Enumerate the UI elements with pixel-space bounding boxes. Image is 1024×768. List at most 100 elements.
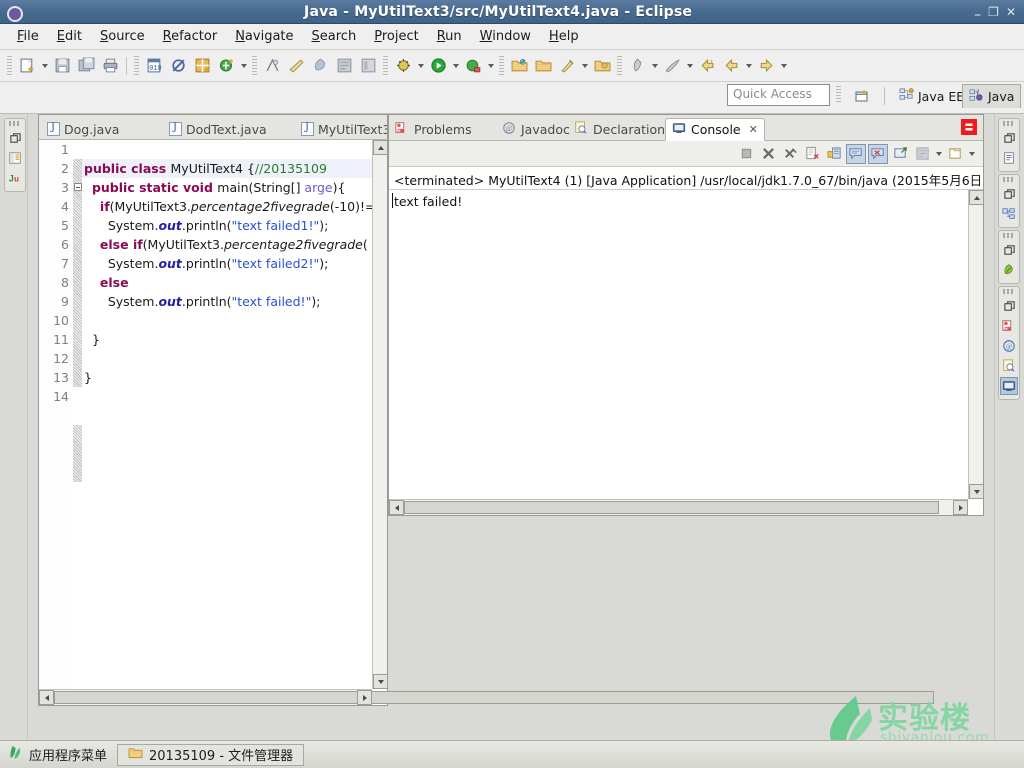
back-arrow-yellow[interactable] — [720, 55, 742, 77]
scroll-left-button[interactable] — [39, 690, 54, 705]
menu-run[interactable]: Run — [428, 26, 471, 47]
new-java-package-icon[interactable] — [191, 55, 213, 77]
restore-icon[interactable] — [6, 129, 24, 147]
toolbar-grip[interactable] — [134, 55, 139, 76]
outline-icon[interactable] — [1000, 149, 1018, 167]
servers-icon[interactable] — [1000, 261, 1018, 279]
console-view-tab[interactable]: Declaration — [574, 119, 665, 140]
fastview-grip[interactable] — [1003, 289, 1015, 294]
external-tools-icon[interactable] — [462, 55, 484, 77]
open-type-icon[interactable] — [261, 55, 283, 77]
show-console-stdout-icon[interactable] — [846, 143, 866, 164]
print-icon[interactable] — [99, 55, 121, 77]
pin-console-icon[interactable] — [890, 144, 910, 164]
quick-access-grip[interactable] — [836, 86, 841, 104]
toolbar-grip[interactable] — [383, 55, 388, 76]
editor-tab[interactable]: Dog.java — [47, 118, 119, 139]
restore-icon[interactable] — [1000, 297, 1018, 315]
editor-vertical-scrollbar[interactable] — [372, 140, 388, 689]
toggle-breakpoint-icon[interactable] — [167, 55, 189, 77]
open-console-arrow[interactable] — [966, 143, 977, 165]
menu-source[interactable]: Source — [91, 26, 154, 47]
app-menu-button[interactable]: 应用程序菜单 — [0, 745, 117, 764]
open-console-icon[interactable] — [945, 144, 965, 164]
close-icon[interactable]: ✕ — [749, 123, 758, 136]
open-folder2-icon[interactable] — [532, 55, 554, 77]
console-vertical-scrollbar[interactable] — [968, 190, 984, 499]
toolbar-grip[interactable] — [499, 55, 504, 76]
console-horizontal-scrollbar[interactable] — [389, 499, 968, 515]
open-task-icon[interactable] — [591, 55, 613, 77]
restore-icon[interactable] — [1000, 185, 1018, 203]
menu-file[interactable]: File — [8, 26, 48, 47]
code-text[interactable]: public class MyUtilText4 {//20135109 pub… — [82, 140, 387, 705]
horizontal-scroll-thumb[interactable] — [54, 691, 934, 704]
scroll-right-button[interactable] — [357, 690, 372, 705]
menu-help[interactable]: Help — [540, 26, 588, 47]
annotation-icon[interactable] — [309, 55, 331, 77]
restore-icon[interactable] — [1000, 129, 1018, 147]
fold-collapse-icon[interactable] — [74, 183, 82, 191]
toggle-source-icon[interactable]: 010 — [143, 55, 165, 77]
restore-icon[interactable] — [1000, 241, 1018, 259]
perspective-java-ee[interactable]: Java EE — [893, 84, 970, 108]
scroll-lock-icon[interactable] — [824, 144, 844, 164]
new-dropdown-arrow[interactable] — [39, 55, 50, 77]
new-java-class-icon[interactable] — [215, 55, 237, 77]
quick-fix-arrow[interactable] — [579, 55, 590, 77]
menu-refactor[interactable]: Refactor — [154, 26, 227, 47]
fastview-grip[interactable] — [1003, 121, 1015, 126]
menu-search[interactable]: Search — [303, 26, 366, 47]
save-all-icon[interactable] — [75, 55, 97, 77]
console-scroll-right-button[interactable] — [953, 500, 968, 515]
declaration-icon[interactable] — [1000, 357, 1018, 375]
debug-icon[interactable] — [392, 55, 414, 77]
display-console-arrow[interactable] — [933, 143, 944, 165]
open-perspective-icon[interactable] — [850, 85, 874, 107]
scroll-down-button[interactable] — [373, 674, 388, 689]
task-list-icon[interactable] — [1000, 205, 1018, 223]
next-annotation-arrow[interactable] — [684, 55, 695, 77]
show-console-stderr-icon[interactable] — [868, 143, 888, 164]
console-view-tab[interactable]: Problems — [395, 119, 472, 140]
package-explorer-icon[interactable] — [6, 149, 24, 167]
editor-tab[interactable]: MyUtilText3.ja — [301, 118, 387, 139]
console-scroll-down-button[interactable] — [969, 484, 984, 499]
console-icon[interactable] — [1000, 377, 1018, 395]
fastview-grip[interactable] — [1003, 233, 1015, 238]
run-icon[interactable] — [427, 55, 449, 77]
toolbar-grip[interactable] — [617, 55, 622, 76]
problems-icon[interactable] — [1000, 317, 1018, 335]
console-scroll-left-button[interactable] — [389, 500, 404, 515]
remove-all-launches-icon[interactable] — [780, 144, 800, 164]
menu-window[interactable]: Window — [471, 26, 540, 47]
search-icon[interactable] — [285, 55, 307, 77]
new-wizard-icon[interactable] — [16, 55, 38, 77]
clear-console-icon[interactable] — [802, 144, 822, 164]
junit-icon[interactable]: J u — [6, 169, 24, 187]
menu-project[interactable]: Project — [365, 26, 428, 47]
save-icon[interactable] — [51, 55, 73, 77]
close-button[interactable]: ✕ — [1006, 6, 1016, 18]
quick-fix-icon[interactable] — [556, 55, 578, 77]
quick-access-input[interactable]: Quick Access — [727, 84, 830, 106]
run-arrow[interactable] — [450, 55, 461, 77]
console-view-tab[interactable]: Console ✕ — [665, 118, 765, 141]
editor-horizontal-scrollbar[interactable] — [39, 689, 934, 705]
terminate-red-icon[interactable] — [961, 119, 977, 135]
next-annotation-icon[interactable] — [661, 55, 683, 77]
menu-edit[interactable]: Edit — [48, 26, 91, 47]
editor-tab[interactable]: DodText.java — [169, 118, 267, 139]
coverage-icon[interactable] — [357, 55, 379, 77]
console-horizontal-thumb[interactable] — [404, 501, 939, 514]
forward-arrow[interactable] — [778, 55, 789, 77]
scroll-up-button[interactable] — [373, 140, 388, 155]
back-history-icon[interactable] — [696, 55, 718, 77]
debug-arrow[interactable] — [415, 55, 426, 77]
minimize-button[interactable]: – — [974, 8, 981, 22]
maximize-button[interactable]: ❐ — [988, 6, 999, 18]
display-selected-console-icon[interactable] — [912, 144, 932, 164]
perspective-java[interactable]: J Java — [962, 84, 1022, 108]
marker-icon[interactable] — [333, 55, 355, 77]
open-folder-icon[interactable] — [508, 55, 530, 77]
